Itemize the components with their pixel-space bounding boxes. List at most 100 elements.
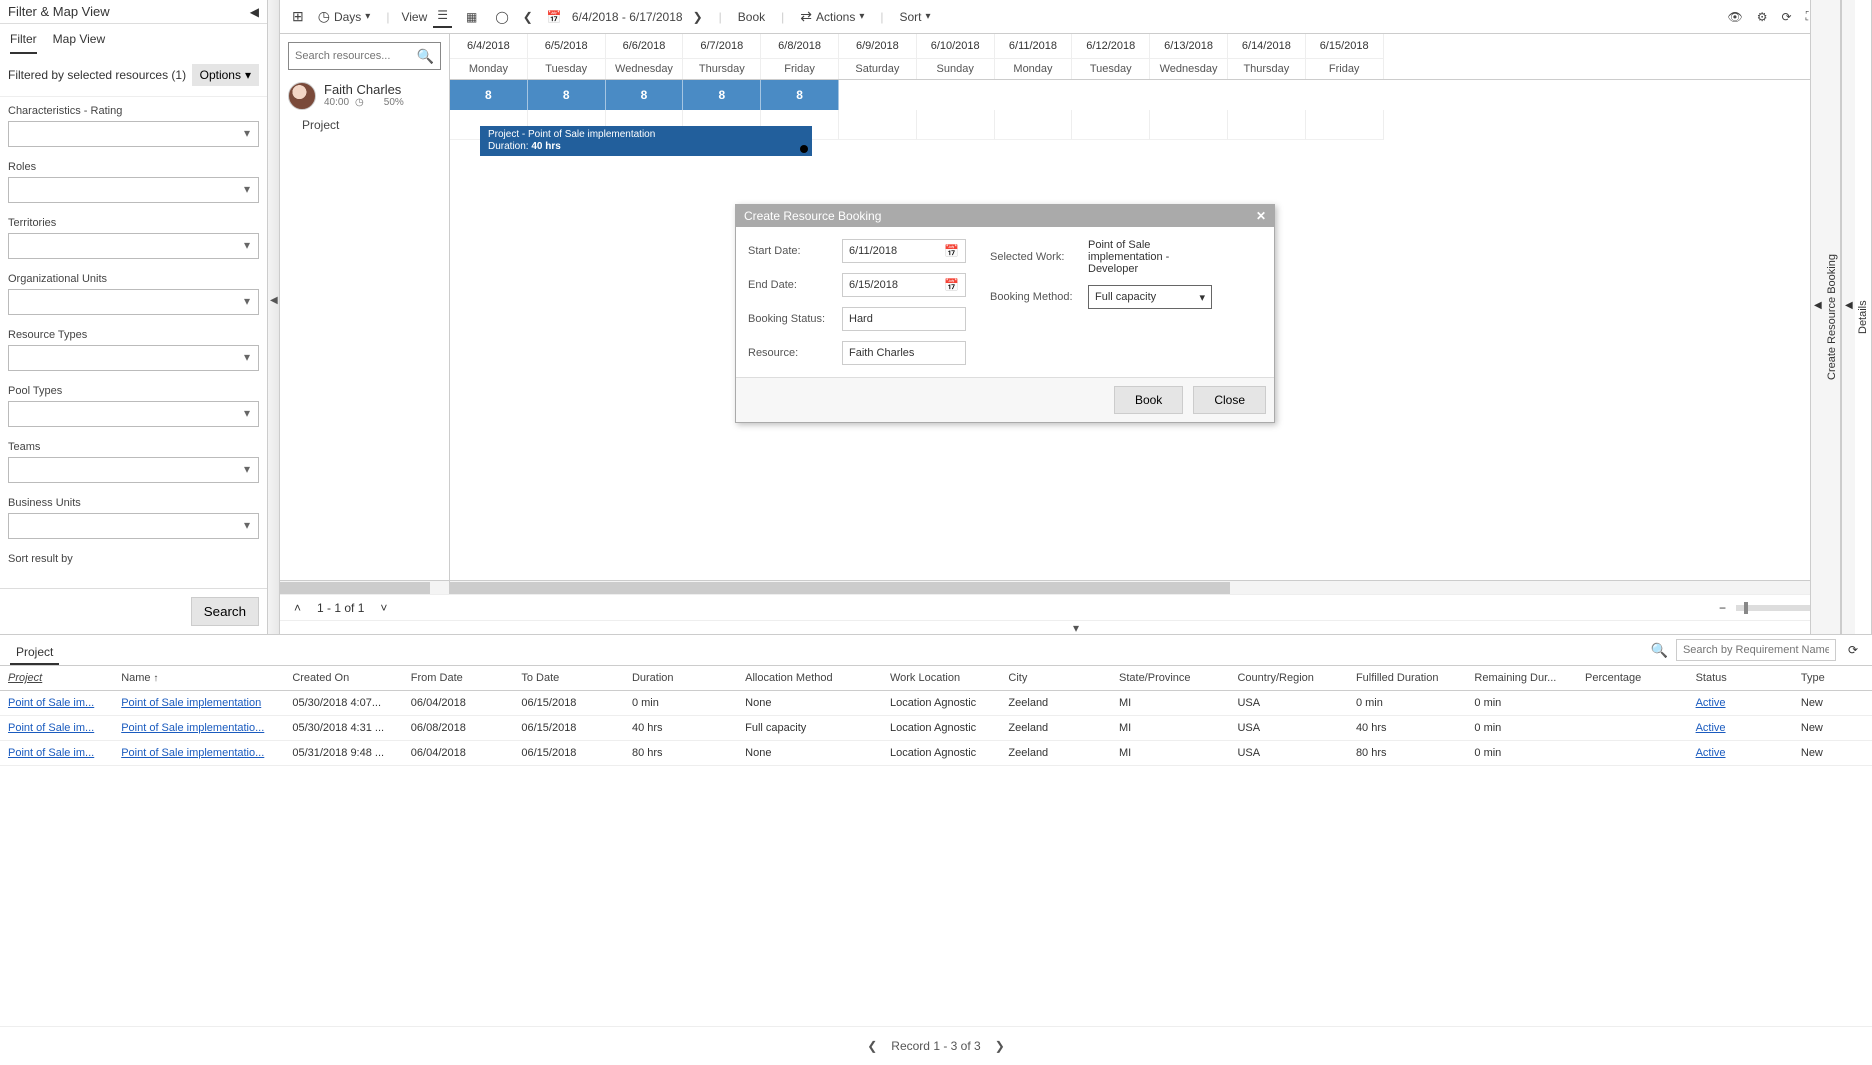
next-period-button[interactable]: ❯ xyxy=(689,8,707,26)
col-state[interactable]: State/Province xyxy=(1111,666,1229,691)
hours-cell[interactable]: 8 xyxy=(683,80,761,110)
col-work-location[interactable]: Work Location xyxy=(882,666,1000,691)
collapse-left-icon[interactable]: ◀ xyxy=(250,5,259,19)
search-icon[interactable]: 🔍 xyxy=(1651,642,1668,659)
cell-name[interactable]: Point of Sale implementatio... xyxy=(113,716,284,741)
grid-cell[interactable] xyxy=(1228,110,1306,140)
cell-status[interactable]: Active xyxy=(1688,741,1793,766)
characteristics-select[interactable] xyxy=(8,121,259,147)
cell-project[interactable]: Point of Sale im... xyxy=(0,741,113,766)
table-row[interactable]: Point of Sale im...Point of Sale impleme… xyxy=(0,741,1872,766)
details-rail[interactable]: Details xyxy=(1855,0,1872,634)
grid-cell[interactable] xyxy=(995,110,1073,140)
col-type[interactable]: Type xyxy=(1793,666,1872,691)
col-country[interactable]: Country/Region xyxy=(1229,666,1347,691)
col-fulfilled[interactable]: Fulfilled Duration xyxy=(1348,666,1466,691)
resource-types-select[interactable] xyxy=(8,345,259,371)
tab-project[interactable]: Project xyxy=(10,641,59,665)
zoom-out-icon[interactable]: − xyxy=(1715,599,1730,617)
hours-cell[interactable]: 8 xyxy=(450,80,528,110)
org-units-select[interactable] xyxy=(8,289,259,315)
teams-select[interactable] xyxy=(8,457,259,483)
resource-search-input[interactable] xyxy=(295,50,415,62)
actions-button[interactable]: ⇄ Actions ▾ xyxy=(796,6,868,27)
grid-cell[interactable] xyxy=(1072,110,1150,140)
splitter-left[interactable]: ◀ xyxy=(268,0,280,634)
hours-cell[interactable]: 8 xyxy=(528,80,606,110)
expand-rows-icon[interactable]: ⊞ xyxy=(288,6,308,27)
left-scroll-thumb[interactable] xyxy=(280,582,430,594)
cell-name[interactable]: Point of Sale implementatio... xyxy=(113,741,284,766)
hours-cell[interactable]: 8 xyxy=(606,80,684,110)
cell-project[interactable]: Point of Sale im... xyxy=(0,716,113,741)
requirement-search-input[interactable] xyxy=(1676,639,1836,661)
tab-filter[interactable]: Filter xyxy=(10,32,37,54)
col-remaining[interactable]: Remaining Dur... xyxy=(1466,666,1577,691)
prev-period-button[interactable]: ❮ xyxy=(519,8,537,26)
resource-input[interactable]: Faith Charles xyxy=(842,341,966,365)
hours-cell[interactable] xyxy=(1150,80,1228,110)
business-units-select[interactable] xyxy=(8,513,259,539)
search-button[interactable]: Search xyxy=(191,597,259,626)
hours-cell[interactable] xyxy=(995,80,1073,110)
search-icon[interactable]: 🔍 xyxy=(417,48,434,65)
pool-types-select[interactable] xyxy=(8,401,259,427)
cell-status[interactable]: Active xyxy=(1688,716,1793,741)
col-to-date[interactable]: To Date xyxy=(513,666,624,691)
refresh-icon[interactable]: ⟳ xyxy=(1778,8,1796,26)
col-percentage[interactable]: Percentage xyxy=(1577,666,1688,691)
col-from-date[interactable]: From Date xyxy=(403,666,514,691)
resource-row[interactable]: Faith Charles 40:00 ◷ 50% xyxy=(280,78,449,114)
close-icon[interactable]: ✕ xyxy=(1256,209,1266,223)
right-scroll-thumb[interactable] xyxy=(450,582,1230,594)
hours-cell[interactable] xyxy=(1228,80,1306,110)
start-date-input[interactable]: 6/11/2018 📅 xyxy=(842,239,966,263)
col-created-on[interactable]: Created On xyxy=(284,666,402,691)
grid-cell[interactable] xyxy=(1150,110,1228,140)
col-name[interactable]: Name xyxy=(113,666,284,691)
col-project[interactable]: Project xyxy=(0,666,113,691)
grid-cell[interactable] xyxy=(917,110,995,140)
view-list-icon[interactable]: ☰ xyxy=(433,6,452,28)
refresh-icon[interactable]: ⟳ xyxy=(1844,641,1862,659)
eye-icon[interactable]: 👁 xyxy=(1724,8,1747,26)
book-button[interactable]: Book xyxy=(1114,386,1183,414)
cell-name[interactable]: Point of Sale implementation xyxy=(113,691,284,716)
col-duration[interactable]: Duration xyxy=(624,666,737,691)
booking-method-select[interactable]: Full capacity ▾ xyxy=(1088,285,1212,309)
right-splitter-2[interactable]: ◀ xyxy=(1841,0,1855,634)
col-status[interactable]: Status xyxy=(1688,666,1793,691)
tab-map-view[interactable]: Map View xyxy=(53,32,105,54)
hours-cell[interactable] xyxy=(917,80,995,110)
booking-handle-icon[interactable] xyxy=(800,145,808,153)
right-splitter-1[interactable]: ◀ xyxy=(1810,0,1824,634)
view-globe-icon[interactable]: ◯ xyxy=(491,6,512,28)
grid-cell[interactable] xyxy=(839,110,917,140)
col-city[interactable]: City xyxy=(1000,666,1111,691)
grid-cell[interactable] xyxy=(1306,110,1384,140)
booking-bar[interactable]: Project - Point of Sale implementation D… xyxy=(480,126,812,156)
view-grid-icon[interactable]: ▦ xyxy=(462,6,481,28)
page-up-icon[interactable]: ˄ xyxy=(290,599,305,617)
roles-select[interactable] xyxy=(8,177,259,203)
hours-cell[interactable] xyxy=(1072,80,1150,110)
collapse-panel-icon[interactable]: ▾ xyxy=(280,620,1872,634)
hours-cell[interactable]: 8 xyxy=(761,80,839,110)
options-button[interactable]: Options ▾ xyxy=(192,64,259,86)
calendar-icon[interactable]: 📅 xyxy=(944,244,959,258)
close-button[interactable]: Close xyxy=(1193,386,1266,414)
grid-prev-icon[interactable]: ❮ xyxy=(863,1037,881,1055)
sort-button[interactable]: Sort ▾ xyxy=(896,8,935,26)
col-allocation[interactable]: Allocation Method xyxy=(737,666,882,691)
toolbar-book-button[interactable]: Book xyxy=(734,8,769,26)
cell-project[interactable]: Point of Sale im... xyxy=(0,691,113,716)
page-down-icon[interactable]: ˅ xyxy=(376,599,391,617)
hours-cell[interactable] xyxy=(839,80,917,110)
create-booking-rail[interactable]: Create Resource Booking xyxy=(1824,0,1841,634)
table-row[interactable]: Point of Sale im...Point of Sale impleme… xyxy=(0,716,1872,741)
cell-status[interactable]: Active xyxy=(1688,691,1793,716)
territories-select[interactable] xyxy=(8,233,259,259)
gear-icon[interactable]: ⚙ xyxy=(1753,8,1772,26)
resource-search[interactable]: 🔍 xyxy=(288,42,441,70)
hours-cell[interactable] xyxy=(1306,80,1384,110)
